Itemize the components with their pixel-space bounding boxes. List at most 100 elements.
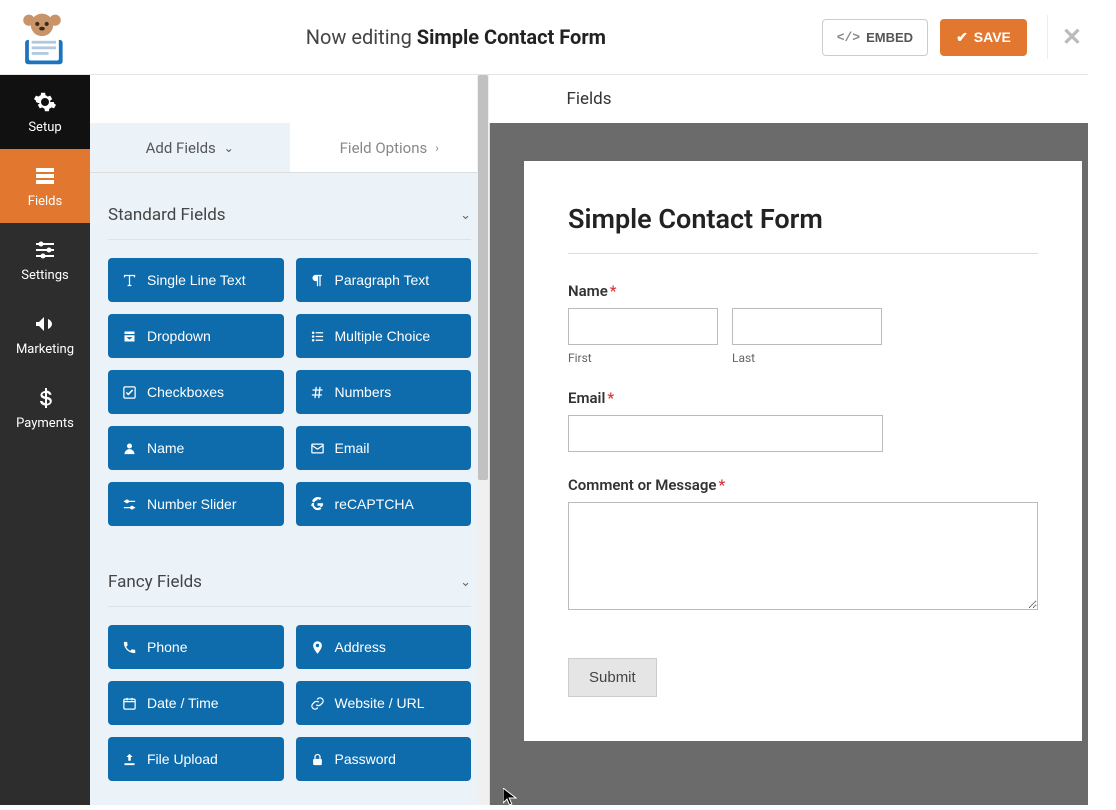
bullhorn-icon: [33, 312, 57, 336]
right-margin: [1088, 0, 1116, 805]
field-type-checkboxes[interactable]: Checkboxes: [108, 370, 284, 414]
form-icon: [33, 164, 57, 188]
field-type-label: Email: [335, 440, 370, 456]
field-type-label: reCAPTCHA: [335, 496, 414, 512]
form-card: Simple Contact Form Name* First Last Ema…: [524, 161, 1082, 741]
check-icon: [122, 385, 137, 400]
section-header-standard[interactable]: Standard Fields ⌄: [108, 195, 471, 240]
text-icon: [122, 273, 137, 288]
field-type-address[interactable]: Address: [296, 625, 472, 669]
embed-button[interactable]: </> EMBED: [822, 19, 928, 56]
section-title-text: Standard Fields: [108, 205, 226, 225]
field-type-label: Checkboxes: [147, 384, 224, 400]
google-icon: [310, 497, 325, 512]
section-header-fancy[interactable]: Fancy Fields ⌄: [108, 562, 471, 607]
sidebar-item-settings[interactable]: Settings: [0, 223, 90, 297]
editing-label: Now editing: [306, 25, 417, 49]
name-last-input[interactable]: [732, 308, 882, 345]
field-type-label: Single Line Text: [147, 272, 246, 288]
submit-button[interactable]: Submit: [568, 658, 657, 697]
field-type-file-upload[interactable]: File Upload: [108, 737, 284, 781]
email-label: Email*: [568, 389, 1038, 407]
phone-icon: [122, 640, 137, 655]
field-type-name[interactable]: Name: [108, 426, 284, 470]
list-icon: [310, 329, 325, 344]
topbar-actions: </> EMBED ✔ SAVE ✕: [822, 15, 1116, 59]
dollar-icon: [33, 386, 57, 410]
field-type-label: Password: [335, 751, 396, 767]
field-type-password[interactable]: Password: [296, 737, 472, 781]
lock-icon: [310, 752, 325, 767]
gear-icon: [33, 90, 57, 114]
save-button[interactable]: ✔ SAVE: [940, 19, 1027, 56]
sidebar-item-label: Setup: [28, 120, 61, 135]
field-type-number-slider[interactable]: Number Slider: [108, 482, 284, 526]
tab-label: Add Fields: [146, 139, 216, 157]
dropdown-icon: [122, 329, 137, 344]
field-type-label: Paragraph Text: [335, 272, 430, 288]
field-name[interactable]: Name* First Last: [568, 282, 1038, 365]
sidebar-item-fields[interactable]: Fields: [0, 149, 90, 223]
sidebar-item-marketing[interactable]: Marketing: [0, 297, 90, 371]
save-label: SAVE: [974, 29, 1011, 45]
name-first-input[interactable]: [568, 308, 718, 345]
sliders-icon: [33, 238, 57, 262]
field-type-label: Phone: [147, 639, 187, 655]
name-label: Name*: [568, 282, 1038, 300]
sidebar-item-payments[interactable]: Payments: [0, 371, 90, 445]
form-preview: Simple Contact Form Name* First Last Ema…: [490, 123, 1116, 805]
code-icon: </>: [837, 30, 860, 45]
link-icon: [310, 696, 325, 711]
panel-scrollbar[interactable]: [477, 75, 489, 805]
email-input[interactable]: [568, 415, 883, 452]
tab-add-fields[interactable]: Add Fields ⌄: [90, 123, 290, 172]
field-type-paragraph-text[interactable]: Paragraph Text: [296, 258, 472, 302]
chevron-down-icon: ⌄: [460, 208, 471, 223]
field-type-numbers[interactable]: Numbers: [296, 370, 472, 414]
fields-panel: Add Fields ⌄ Field Options › Standard Fi…: [90, 123, 490, 805]
check-icon: ✔: [956, 29, 968, 46]
comment-label: Comment or Message*: [568, 476, 1038, 494]
section-title-text: Fancy Fields: [108, 572, 202, 592]
slider-icon: [122, 497, 137, 512]
field-type-multiple-choice[interactable]: Multiple Choice: [296, 314, 472, 358]
field-type-single-line-text[interactable]: Single Line Text: [108, 258, 284, 302]
field-type-email[interactable]: Email: [296, 426, 472, 470]
embed-label: EMBED: [866, 30, 913, 45]
field-type-recaptcha[interactable]: reCAPTCHA: [296, 482, 472, 526]
field-type-date-time[interactable]: Date / Time: [108, 681, 284, 725]
field-type-label: Number Slider: [147, 496, 236, 512]
field-type-dropdown[interactable]: Dropdown: [108, 314, 284, 358]
field-type-website-url[interactable]: Website / URL: [296, 681, 472, 725]
sidebar-item-label: Marketing: [16, 342, 74, 357]
icon-sidebar: Setup Fields Settings Marketing Payments: [0, 75, 90, 805]
first-sublabel: First: [568, 351, 718, 365]
paragraph-icon: [310, 273, 325, 288]
user-icon: [122, 441, 137, 456]
field-type-label: Multiple Choice: [335, 328, 431, 344]
calendar-icon: [122, 696, 137, 711]
field-comment[interactable]: Comment or Message*: [568, 476, 1038, 614]
field-type-label: Dropdown: [147, 328, 211, 344]
sidebar-item-label: Fields: [28, 194, 62, 209]
topbar: Now editing Simple Contact Form </> EMBE…: [0, 0, 1116, 75]
field-type-label: File Upload: [147, 751, 218, 767]
wpforms-logo: [12, 8, 72, 68]
upload-icon: [122, 752, 137, 767]
hash-icon: [310, 385, 325, 400]
field-type-label: Website / URL: [335, 695, 425, 711]
field-type-phone[interactable]: Phone: [108, 625, 284, 669]
comment-textarea[interactable]: [568, 502, 1038, 610]
tab-field-options[interactable]: Field Options ›: [290, 123, 490, 172]
editing-form-name: Simple Contact Form: [417, 25, 606, 49]
field-type-label: Address: [335, 639, 386, 655]
field-email[interactable]: Email*: [568, 389, 1038, 452]
sidebar-item-setup[interactable]: Setup: [0, 75, 90, 149]
last-sublabel: Last: [732, 351, 882, 365]
field-type-label: Date / Time: [147, 695, 219, 711]
form-title: Simple Contact Form: [568, 203, 1038, 254]
mail-icon: [310, 441, 325, 456]
sidebar-item-label: Settings: [21, 268, 68, 283]
chevron-right-icon: ›: [435, 141, 439, 155]
field-type-label: Name: [147, 440, 184, 456]
